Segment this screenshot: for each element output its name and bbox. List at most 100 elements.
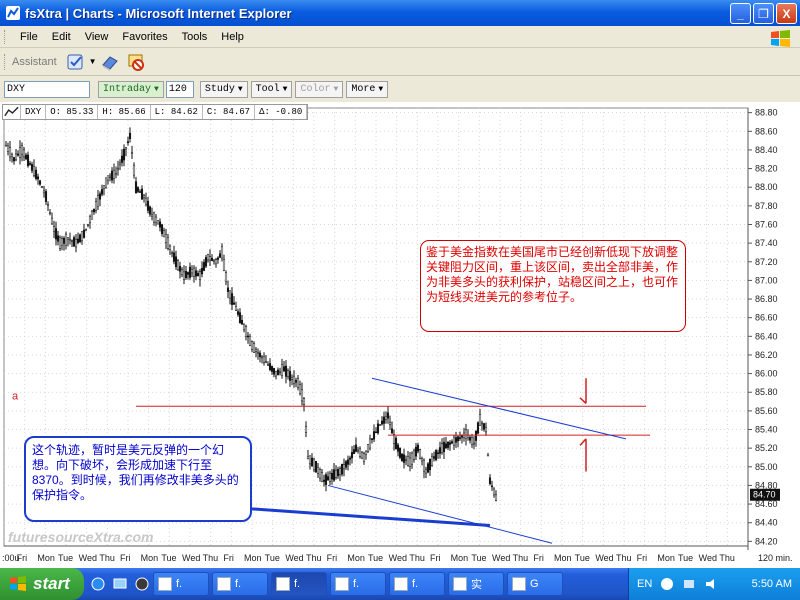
candle-body xyxy=(232,302,236,305)
more-dropdown[interactable]: More ▼ xyxy=(346,80,389,98)
taskbar-item-3[interactable]: f. xyxy=(271,572,327,596)
candle-body xyxy=(188,266,192,278)
candle-body xyxy=(330,472,334,480)
y-tick-label: 84.20 xyxy=(755,536,778,546)
channel-note: 这个轨迹，暂时是美元反弹的一个幻想。向下破坏，会形成加速下行至8370。到时候，… xyxy=(24,436,252,522)
candle-body xyxy=(238,312,242,323)
candle-body xyxy=(454,437,458,443)
candle-body xyxy=(92,208,96,213)
windows-flag-icon xyxy=(771,30,790,47)
language-indicator[interactable]: EN xyxy=(637,578,652,590)
candle-body xyxy=(492,488,496,496)
x-tick-label: Fri xyxy=(223,553,234,563)
taskbar-item-1[interactable]: f. xyxy=(153,572,209,596)
candle-body xyxy=(258,352,262,358)
candle-body xyxy=(442,441,446,453)
menu-help[interactable]: Help xyxy=(214,31,251,43)
taskbar-item-4[interactable]: f. xyxy=(330,572,386,596)
toolbar-grip[interactable] xyxy=(4,53,7,70)
x-tick-label: Thu xyxy=(513,553,529,563)
candle-body xyxy=(76,238,80,243)
chart-area[interactable]: 88.80 88.60 88.40 88.20 88.00 87.80 87.60 87.40… xyxy=(0,102,800,568)
candle-body xyxy=(262,356,266,363)
interval-dropdown[interactable]: Intraday ▼ xyxy=(98,80,164,98)
ohlc-close: C: 84.67 xyxy=(203,105,256,119)
menu-edit[interactable]: Edit xyxy=(45,31,78,43)
menu-grip[interactable] xyxy=(4,29,7,44)
candle-body xyxy=(434,450,438,461)
menu-tools[interactable]: Tools xyxy=(175,31,215,43)
x-tick-label: Wed xyxy=(285,553,303,563)
menu-file[interactable]: File xyxy=(13,31,45,43)
candle-body xyxy=(436,452,440,454)
tray-network-icon[interactable] xyxy=(682,577,696,591)
tray-volume-icon[interactable] xyxy=(704,577,718,591)
watermark-logo: futuresourceXtra.com xyxy=(8,529,153,545)
candle-body xyxy=(372,431,376,440)
candle-body xyxy=(132,164,136,176)
candle-body xyxy=(24,154,28,160)
candle-body xyxy=(370,438,374,440)
candle-body xyxy=(286,370,290,377)
candle-body xyxy=(30,164,34,171)
candle-body xyxy=(118,162,122,166)
candle-body xyxy=(236,311,240,315)
candle-body xyxy=(366,444,370,453)
system-tray: EN 5:50 AM xyxy=(628,568,800,600)
no-popup-icon[interactable] xyxy=(126,52,146,72)
candle-body xyxy=(438,447,442,454)
taskbar-item-6[interactable]: 实 xyxy=(448,572,504,596)
x-tick-label: Fri xyxy=(17,553,28,563)
chevron-down-icon[interactable]: ▼ xyxy=(89,57,97,66)
tray-help-icon[interactable] xyxy=(660,577,674,591)
window-icon xyxy=(335,577,349,591)
x-tick-label: Wed xyxy=(182,553,200,563)
more-label: More xyxy=(351,83,376,95)
candle-body xyxy=(376,423,380,434)
candle-body xyxy=(230,293,234,305)
candle-body xyxy=(56,235,60,242)
candle-body xyxy=(28,163,32,165)
candle-body xyxy=(400,453,404,462)
candle-body xyxy=(60,238,64,246)
minimize-button[interactable]: _ xyxy=(730,3,751,24)
taskbar-item-5[interactable]: f. xyxy=(389,572,445,596)
candle-body xyxy=(304,426,308,433)
candle-body xyxy=(276,369,280,376)
quicklaunch-app-icon[interactable] xyxy=(134,576,150,592)
candle-body xyxy=(166,237,170,249)
start-button[interactable]: start xyxy=(0,568,84,600)
taskbar-item-2[interactable]: f. xyxy=(212,572,268,596)
quicklaunch-desktop-icon[interactable] xyxy=(112,576,128,592)
assistant-check-icon[interactable] xyxy=(66,52,86,72)
symbol-input[interactable]: DXY xyxy=(4,80,90,98)
menu-favorites[interactable]: Favorites xyxy=(115,31,174,43)
candle-body xyxy=(98,193,102,200)
tool-dropdown[interactable]: Tool ▼ xyxy=(250,80,293,98)
close-button[interactable]: X xyxy=(776,3,797,24)
y-tick-label: 86.80 xyxy=(755,294,778,304)
menu-view[interactable]: View xyxy=(78,31,116,43)
candle-body xyxy=(302,398,306,405)
candle-body xyxy=(382,416,386,424)
candle-body xyxy=(360,452,364,459)
ie-window: fsXtra | Charts - Microsoft Internet Exp… xyxy=(0,0,800,600)
quicklaunch-ie-icon[interactable] xyxy=(90,576,106,592)
candle-body xyxy=(174,256,178,268)
candle-body xyxy=(52,226,56,232)
restore-button[interactable]: ❐ xyxy=(753,3,774,24)
candle-body xyxy=(344,461,348,468)
eraser-icon[interactable] xyxy=(100,52,120,72)
candle-body xyxy=(242,323,246,331)
candle-body xyxy=(298,384,302,394)
candle-body xyxy=(212,259,216,262)
candle-body xyxy=(198,271,202,281)
taskbar-item-7[interactable]: G xyxy=(507,572,563,596)
candle-body xyxy=(126,141,130,144)
study-dropdown[interactable]: Study ▼ xyxy=(199,80,248,98)
candle-body xyxy=(274,370,278,377)
candle-body xyxy=(136,187,140,192)
bars-input[interactable]: 120 xyxy=(165,80,194,98)
candle-body xyxy=(114,172,118,175)
study-label: Study xyxy=(204,83,235,95)
